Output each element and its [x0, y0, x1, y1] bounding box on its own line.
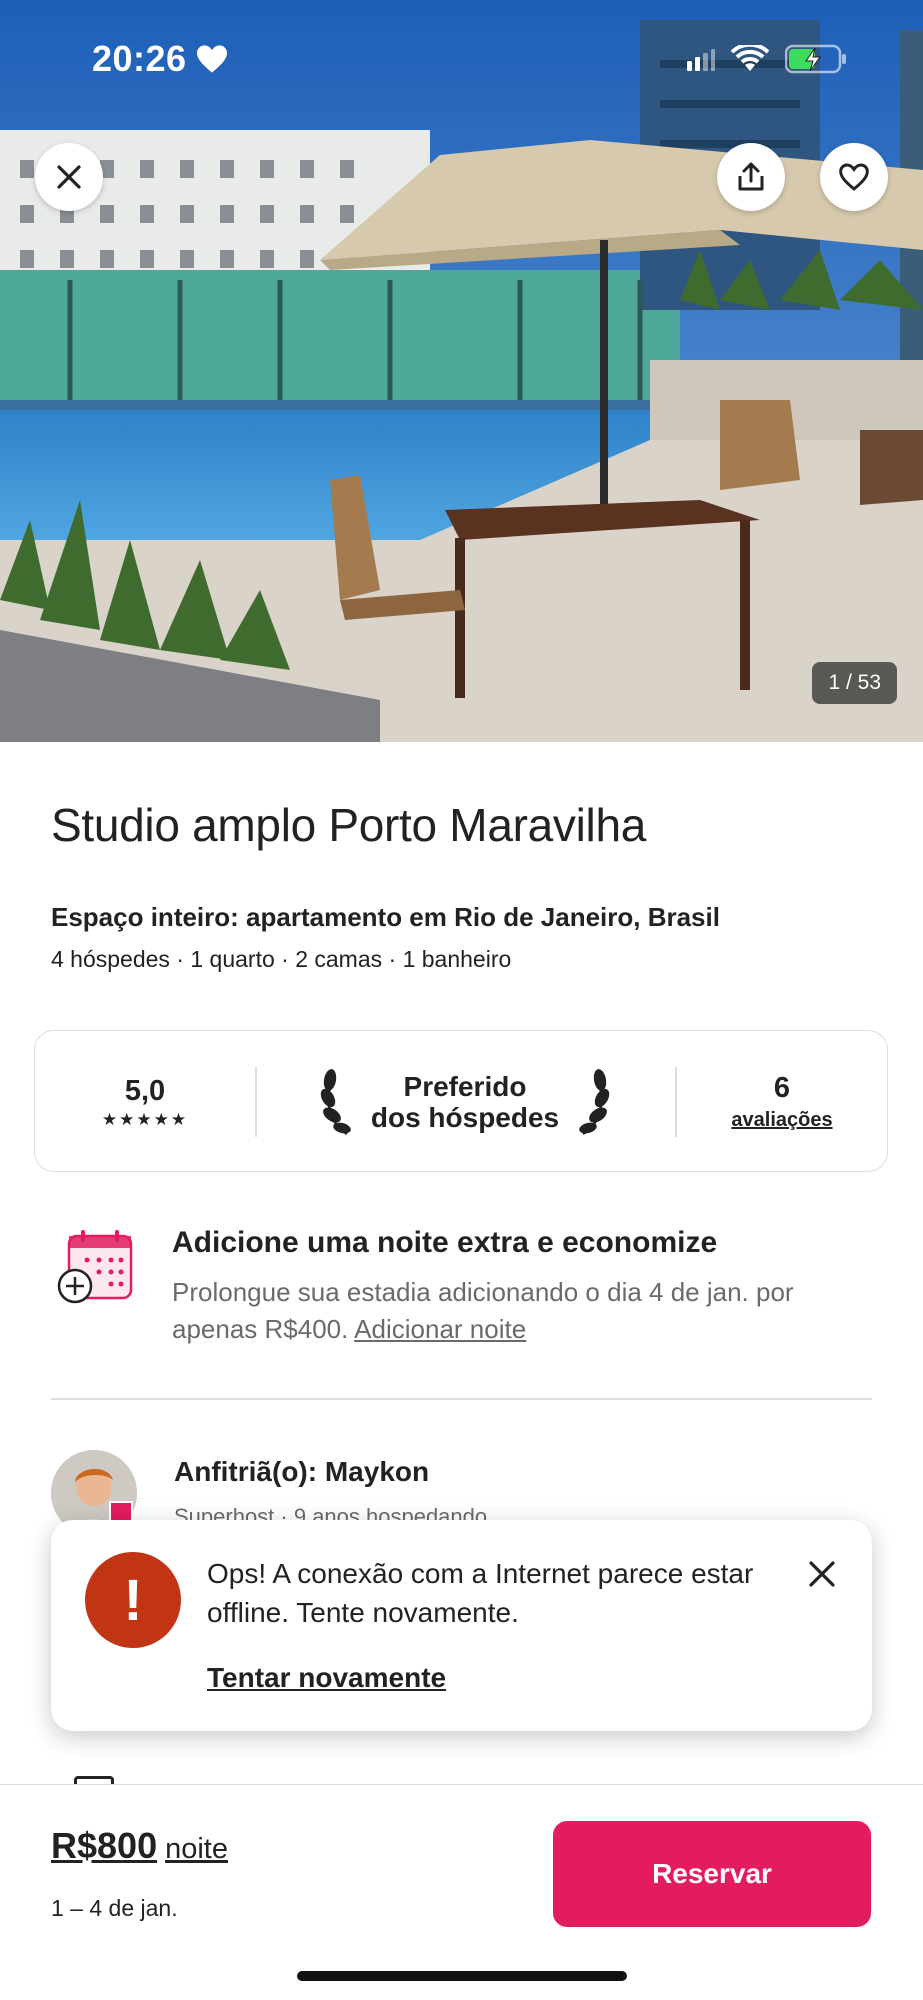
hero-photo[interactable]: 20:26 1 / 53: [0, 0, 923, 742]
clock: 20:26: [92, 38, 187, 79]
battery-charging-icon: [785, 44, 846, 74]
save-favorite-button[interactable]: [820, 143, 888, 211]
stay-dates: 1 – 4 de jan.: [51, 1895, 178, 1921]
promo-text: Prolongue sua estadia adicionando o dia …: [172, 1274, 872, 1348]
heart-outline-icon: [839, 163, 869, 191]
reviews-label: avaliações: [731, 1109, 833, 1131]
reserve-button[interactable]: Reservar: [553, 1821, 871, 1927]
booking-footer: R$800 noite 1 – 4 de jan. Reservar: [0, 1784, 923, 2000]
status-bar: 20:26: [0, 0, 923, 120]
price-amount: R$800: [51, 1825, 158, 1866]
price-unit: noite: [165, 1833, 228, 1865]
listing-subtitle: Espaço inteiro: apartamento em Rio de Ja…: [51, 902, 720, 932]
reviews-link[interactable]: 6 avaliações: [675, 1031, 889, 1173]
section-divider: [51, 1398, 872, 1400]
toast-close-icon[interactable]: [802, 1554, 842, 1594]
offline-toast: ! Ops! A conexão com a Internet parece e…: [51, 1520, 872, 1731]
rating-score: 5,0 ★★★★★: [35, 1031, 255, 1173]
cellular-signal-icon: [687, 49, 715, 71]
close-icon: [57, 165, 81, 189]
laurel-left-icon: [320, 1069, 351, 1136]
badge-line2: dos hóspedes: [370, 1102, 560, 1133]
laurel-right-icon: [579, 1069, 610, 1136]
listing-title: Studio amplo Porto Maravilha: [51, 799, 647, 851]
photo-counter: 1 / 53: [812, 662, 897, 704]
share-button[interactable]: [717, 143, 785, 211]
close-button[interactable]: [35, 143, 103, 211]
promo-title: Adicione uma noite extra e economize: [172, 1226, 718, 1259]
home-indicator[interactable]: [297, 1971, 627, 1981]
listing-details: 4 hóspedes · 1 quarto · 2 camas · 1 banh…: [51, 946, 512, 972]
heart-status-icon: [196, 45, 227, 73]
guest-favorite-badge: Preferido dos hóspedes: [255, 1031, 675, 1173]
rating-stars: ★★★★★: [101, 1109, 189, 1129]
price[interactable]: R$800 noite: [51, 1825, 228, 1867]
share-icon: [738, 162, 764, 191]
rating-value: 5,0: [124, 1074, 166, 1107]
calendar-add-icon: [57, 1230, 133, 1304]
host-name: Anfitriã(o): Maykon: [174, 1456, 430, 1487]
badge-line1: Preferido: [403, 1071, 527, 1102]
retry-link[interactable]: Tentar novamente: [207, 1662, 446, 1694]
wifi-icon: [731, 45, 769, 71]
reviews-count: 6: [773, 1072, 791, 1104]
error-icon: !: [85, 1552, 181, 1648]
toast-message: Ops! A conexão com a Internet parece est…: [207, 1558, 754, 1628]
add-night-link[interactable]: Adicionar noite: [354, 1314, 526, 1344]
rating-card[interactable]: 5,0 ★★★★★ Preferido dos hóspedes 6 avali…: [34, 1030, 888, 1172]
